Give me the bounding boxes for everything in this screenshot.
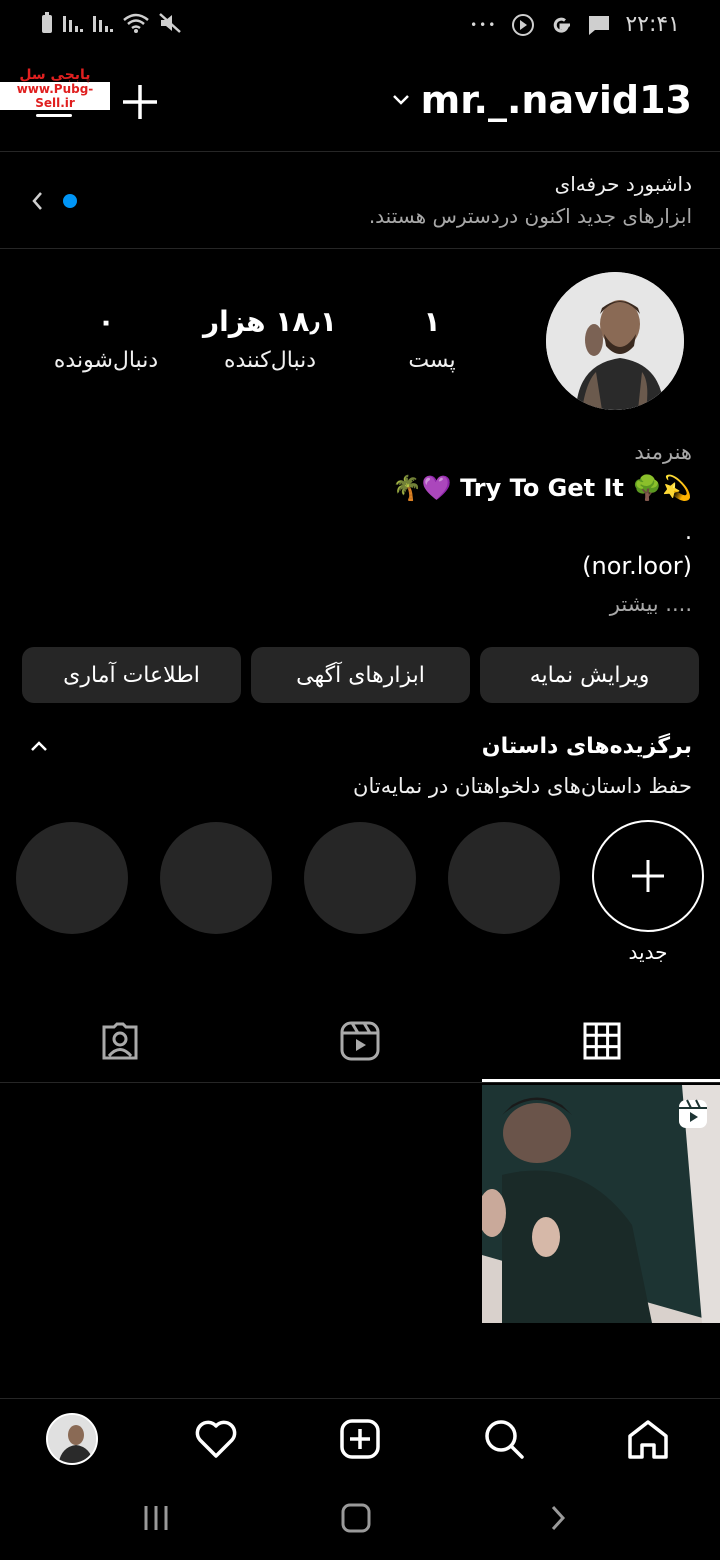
highlight-placeholder [160,822,272,934]
dashboard-title: داشبورد حرفه‌ای [554,172,692,196]
divider [0,248,720,249]
highlight-placeholder [448,822,560,934]
professional-dashboard-banner[interactable]: داشبورد حرفه‌ای ابزارهای جدید اکنون دردس… [0,152,720,248]
watermark-line2: www.Pubg-Sell.ir [0,82,110,110]
bio-category: هنرمند [634,440,692,464]
chevron-down-icon [392,95,409,105]
bio-dot: . [685,520,692,545]
home-system-button[interactable] [326,1498,386,1538]
wifi-icon [123,13,149,33]
profile-avatar[interactable] [546,272,684,410]
new-highlight-label: جدید [628,940,668,964]
chevron-up-icon[interactable] [28,738,50,754]
google-icon [554,17,571,33]
post-thumbnail[interactable] [482,1085,720,1323]
bio-mention[interactable]: (nor.loor) [32,552,692,580]
bio-text: 🌴💜 Try To Get It 🌳💫 [391,474,692,502]
status-icons-left [40,12,182,34]
recent-apps-button[interactable] [126,1498,186,1538]
message-icon [589,15,610,35]
signal-icon [63,16,83,32]
new-highlight-button[interactable] [592,820,704,932]
bio-more-link[interactable]: .... بیشتر [32,592,692,616]
tagged-person-icon [102,1022,138,1060]
add-post-icon [340,1419,380,1459]
nav-profile[interactable] [44,1411,100,1467]
new-indicator-dot [63,194,77,208]
insights-button[interactable]: اطلاعات آماری [22,647,241,703]
dashboard-subtitle: ابزارهای جدید اکنون دردسترس هستند. [368,204,692,228]
following-label: دنبال‌شونده [53,348,159,373]
followers-label: دنبال‌کننده [223,348,317,373]
divider [0,1082,720,1083]
posts-count: ۱ [423,305,441,338]
highlights-title: برگزیده‌های داستان [481,734,692,759]
ad-tools-button[interactable]: ابزارهای آگهی [251,647,470,703]
heart-icon [195,1420,237,1458]
reel-badge-icon [679,1099,707,1128]
followers-count: ۱۸٫۱ هزار [202,305,338,338]
search-icon [485,1420,524,1459]
profile-tabs [0,1000,720,1082]
tab-reels[interactable] [240,1000,480,1082]
chevron-right-icon [551,1505,566,1531]
bottom-navigation [0,1398,720,1478]
nav-activity[interactable] [188,1411,244,1467]
more-notifications-icon: ••• [470,17,498,32]
system-navigation-bar [0,1480,720,1560]
tab-tagged[interactable] [0,1000,240,1082]
following-count: ۰ [97,305,115,338]
battery-icon [42,12,52,33]
back-button[interactable] [528,1498,588,1538]
tab-grid[interactable] [482,1000,720,1082]
nav-search[interactable] [476,1411,532,1467]
plus-icon [632,860,664,892]
nav-home[interactable] [620,1411,676,1467]
recent-apps-icon [144,1506,168,1530]
nav-create[interactable] [332,1411,388,1467]
create-plus-icon[interactable] [120,82,160,122]
watermark-line1: پابجی سل [19,67,91,83]
highlight-placeholder [16,822,128,934]
followers-stat[interactable]: ۱۸٫۱ هزار دنبال‌کننده [190,302,350,373]
status-bar: ••• ۲۲:۴۱ [0,0,720,52]
chevron-left-icon [32,192,42,210]
posts-stat[interactable]: ۱ پست [352,302,512,373]
profile-header: پابجی سل www.Pubg-Sell.ir mr._.navid13 [0,60,720,150]
highlights-subtitle: حفظ داستان‌های دلخواهتان در نمایه‌تان [353,774,692,798]
edit-profile-button[interactable]: ویرایش نمایه [480,647,699,703]
nav-avatar [46,1413,98,1465]
grid-icon [583,1022,621,1060]
clock: ۲۲:۴۱ [625,12,680,37]
watermark-logo: پابجی سل www.Pubg-Sell.ir [0,68,110,110]
posts-label: پست [408,348,456,373]
status-icons-right: ••• ۲۲:۴۱ [470,12,680,37]
home-icon [628,1420,668,1459]
highlight-placeholder [304,822,416,934]
account-switcher[interactable]: mr._.navid13 [391,78,692,122]
username: mr._.navid13 [420,78,692,122]
signal-icon-2 [93,16,113,32]
avatar-photo [546,272,684,410]
app-notification-icon [512,13,535,36]
reels-icon [340,1021,380,1061]
mute-icon [159,13,181,33]
following-stat[interactable]: ۰ دنبال‌شونده [26,302,186,373]
home-square-icon [341,1503,371,1533]
